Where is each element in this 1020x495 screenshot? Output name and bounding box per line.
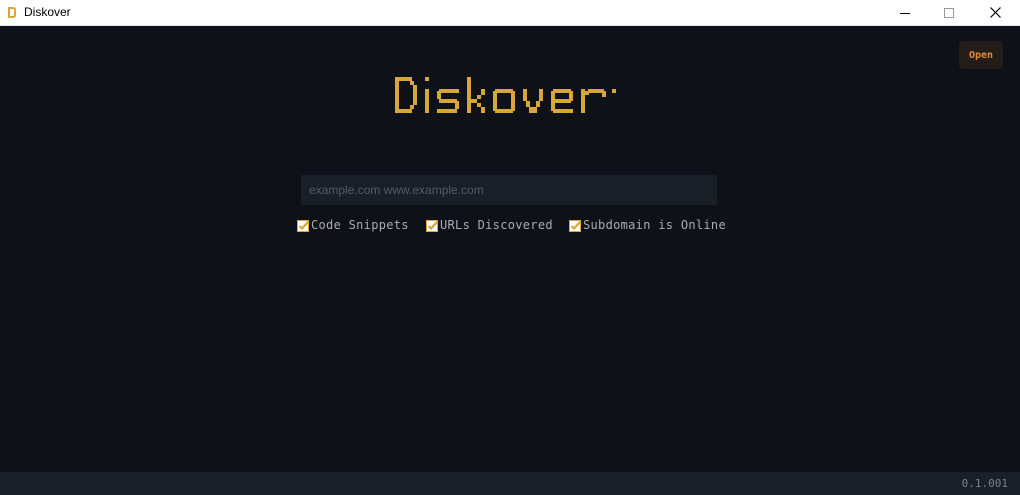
- checkbox-checked-icon[interactable]: [569, 219, 582, 232]
- title-bar[interactable]: Diskover: [0, 0, 1020, 26]
- option-label: URLs Discovered: [440, 218, 553, 232]
- option-subdomain-online[interactable]: Subdomain is Online: [569, 217, 726, 233]
- minimize-button[interactable]: [882, 0, 928, 25]
- app-window: Diskover Open example.com www.example.co…: [0, 0, 1020, 495]
- search-input[interactable]: [301, 175, 717, 205]
- checkbox-checked-icon[interactable]: [297, 219, 310, 232]
- option-urls-discovered[interactable]: URLs Discovered: [426, 217, 553, 233]
- option-label: Code Snippets: [311, 218, 409, 232]
- version-label: 0.1.001: [961, 477, 1008, 490]
- close-button[interactable]: [972, 0, 1018, 25]
- status-bar: 0.1.001: [0, 472, 1020, 495]
- checkbox-checked-icon[interactable]: [426, 219, 439, 232]
- diskover-app-icon: [8, 7, 16, 18]
- diskover-logo: [395, 77, 616, 113]
- option-code-snippets[interactable]: Code Snippets: [297, 217, 409, 233]
- minimize-icon: [900, 12, 910, 14]
- maximize-icon: [944, 7, 954, 18]
- maximize-button[interactable]: [926, 0, 972, 25]
- option-label: Subdomain is Online: [583, 218, 726, 232]
- open-button[interactable]: Open: [959, 41, 1003, 69]
- window-title: Diskover: [24, 5, 71, 19]
- close-icon: [989, 7, 1001, 18]
